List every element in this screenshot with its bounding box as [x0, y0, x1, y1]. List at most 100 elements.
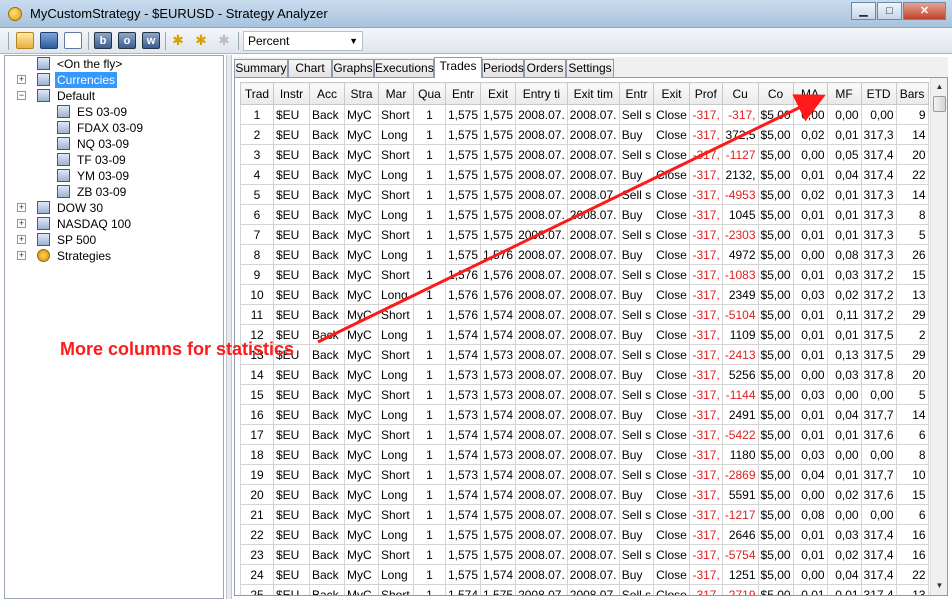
- tree-item[interactable]: NQ 03-09: [5, 136, 219, 152]
- column-header[interactable]: Instr: [273, 82, 310, 105]
- magic-wand-icon[interactable]: ✱: [192, 32, 210, 49]
- optimize-icon[interactable]: o: [118, 32, 136, 49]
- properties-icon[interactable]: [64, 32, 82, 49]
- column-header[interactable]: Exit: [653, 82, 690, 105]
- save-disk-icon[interactable]: [40, 32, 58, 49]
- tab-periods[interactable]: Periods: [482, 59, 524, 77]
- column-header[interactable]: Entr: [618, 82, 655, 105]
- table-row[interactable]: 1 $EU Back MyC Short 1 1,575 1,575 2008.07. 2008.…: [240, 104, 929, 125]
- table-row[interactable]: 23 $EU Back MyC Short 1 1,575 1,575 2008.07. 2008…: [240, 544, 929, 565]
- tree-item[interactable]: + SP 500: [5, 232, 219, 248]
- column-header[interactable]: MF: [826, 82, 862, 105]
- column-header[interactable]: Entry ti: [515, 82, 568, 105]
- expand-icon[interactable]: +: [17, 251, 26, 260]
- table-row[interactable]: 25 $EU Back MyC Short 1 1,574 1,575 2008.07. 2008…: [240, 584, 929, 595]
- table-row[interactable]: 20 $EU Back MyC Long 1 1,574 1,574 2008.07. 2008.…: [240, 484, 929, 505]
- table-row[interactable]: 19 $EU Back MyC Short 1 1,573 1,574 2008.07. 2008…: [240, 464, 929, 485]
- tab-executions[interactable]: Executions: [374, 59, 434, 77]
- table-cell: 17: [240, 424, 274, 445]
- tree-item[interactable]: TF 03-09: [5, 152, 219, 168]
- display-mode-select[interactable]: Percent ▼: [243, 31, 363, 51]
- column-header[interactable]: Entr: [444, 82, 482, 105]
- table-row[interactable]: 6 $EU Back MyC Long 1 1,575 1,575 2008.07. 2008.0…: [240, 204, 929, 225]
- backtest-icon[interactable]: b: [94, 32, 112, 49]
- tree-item[interactable]: FDAX 03-09: [5, 120, 219, 136]
- table-row[interactable]: 11 $EU Back MyC Short 1 1,576 1,574 2008.07. 2008…: [240, 304, 929, 325]
- close-button[interactable]: ✕: [903, 2, 946, 20]
- table-row[interactable]: 12 $EU Back MyC Long 1 1,574 1,574 2008.07. 2008.…: [240, 324, 929, 345]
- table-row[interactable]: 18 $EU Back MyC Long 1 1,574 1,573 2008.07. 2008.…: [240, 444, 929, 465]
- collapse-icon[interactable]: −: [17, 91, 26, 100]
- table-row[interactable]: 4 $EU Back MyC Long 1 1,575 1,575 2008.07. 2008.0…: [240, 164, 929, 185]
- table-row[interactable]: 16 $EU Back MyC Long 1 1,573 1,574 2008.07. 2008.…: [240, 404, 929, 425]
- table-row[interactable]: 13 $EU Back MyC Short 1 1,574 1,573 2008.07. 2008…: [240, 344, 929, 365]
- table-row[interactable]: 7 $EU Back MyC Short 1 1,575 1,575 2008.07. 2008.…: [240, 224, 929, 245]
- table-row[interactable]: 22 $EU Back MyC Long 1 1,575 1,575 2008.07. 2008.…: [240, 524, 929, 545]
- column-header[interactable]: Bars: [895, 82, 929, 105]
- table-row[interactable]: 24 $EU Back MyC Long 1 1,575 1,574 2008.07. 2008.…: [240, 564, 929, 585]
- tree-item[interactable]: + Currencies: [5, 72, 219, 88]
- tab-trades[interactable]: Trades: [434, 57, 482, 78]
- table-row[interactable]: 8 $EU Back MyC Long 1 1,575 1,576 2008.07. 2008.0…: [240, 244, 929, 265]
- vertical-scrollbar[interactable]: ▲ ▼: [930, 78, 947, 595]
- tree-item[interactable]: + NASDAQ 100: [5, 216, 219, 232]
- tab-orders[interactable]: Orders: [524, 59, 566, 77]
- column-header[interactable]: Mar: [378, 82, 414, 105]
- clear-icon[interactable]: ✱: [215, 32, 233, 49]
- open-folder-icon[interactable]: [16, 32, 34, 49]
- column-header[interactable]: Cu: [721, 82, 759, 105]
- table-row[interactable]: 10 $EU Back MyC Long 1 1,576 1,576 2008.07. 2008.…: [240, 284, 929, 305]
- panel-splitter[interactable]: [226, 55, 232, 599]
- table-cell: 0,08: [826, 244, 862, 265]
- table-row[interactable]: 3 $EU Back MyC Short 1 1,575 1,575 2008.07. 2008.…: [240, 144, 929, 165]
- table-cell: $EU: [273, 224, 310, 245]
- table-row[interactable]: 14 $EU Back MyC Long 1 1,573 1,573 2008.07. 2008.…: [240, 364, 929, 385]
- table-row[interactable]: 15 $EU Back MyC Short 1 1,573 1,573 2008.07. 2008…: [240, 384, 929, 405]
- scroll-down-icon[interactable]: ▼: [932, 578, 947, 594]
- table-cell: $EU: [273, 144, 310, 165]
- tree-item[interactable]: <On the fly>: [5, 56, 219, 72]
- column-header[interactable]: Exit tim: [566, 82, 620, 105]
- table-cell: 10: [240, 284, 274, 305]
- expand-icon[interactable]: +: [17, 235, 26, 244]
- tree-item[interactable]: + DOW 30: [5, 200, 219, 216]
- tree-item[interactable]: ZB 03-09: [5, 184, 219, 200]
- table-row[interactable]: 21 $EU Back MyC Short 1 1,574 1,575 2008.07. 2008…: [240, 504, 929, 525]
- tab-summary[interactable]: Summary: [234, 59, 288, 77]
- column-header[interactable]: MA: [792, 82, 828, 105]
- table-cell: MyC: [344, 244, 379, 265]
- expand-icon[interactable]: +: [17, 219, 26, 228]
- table-row[interactable]: 17 $EU Back MyC Short 1 1,574 1,574 2008.07. 2008…: [240, 424, 929, 445]
- table-cell: -317,: [688, 384, 723, 405]
- tree-item[interactable]: + Strategies: [5, 248, 219, 264]
- column-header[interactable]: Exit: [480, 82, 517, 105]
- wand-icon[interactable]: ✱: [169, 32, 187, 49]
- tree-item[interactable]: YM 03-09: [5, 168, 219, 184]
- scroll-thumb[interactable]: [933, 96, 946, 112]
- column-header[interactable]: Co: [757, 82, 794, 105]
- column-header[interactable]: Stra: [344, 82, 379, 105]
- strategy-tree[interactable]: <On the fly> + Currencies − Default ES 03-09 F…: [4, 55, 224, 599]
- column-header[interactable]: Acc: [309, 82, 345, 105]
- maximize-button[interactable]: □: [877, 2, 902, 20]
- table-row[interactable]: 5 $EU Back MyC Short 1 1,575 1,575 2008.07. 2008.…: [240, 184, 929, 205]
- app-coin-icon: [8, 7, 22, 21]
- minimize-button[interactable]: ▁: [851, 2, 876, 20]
- table-cell: 1,575: [480, 584, 517, 595]
- tab-chart[interactable]: Chart: [288, 59, 332, 77]
- tab-graphs[interactable]: Graphs: [332, 59, 374, 77]
- column-header[interactable]: Qua: [413, 82, 446, 105]
- walk-forward-icon[interactable]: w: [142, 32, 160, 49]
- table-row[interactable]: 2 $EU Back MyC Long 1 1,575 1,575 2008.07. 2008.0…: [240, 124, 929, 145]
- column-header[interactable]: Trad: [240, 82, 274, 105]
- scroll-up-icon[interactable]: ▲: [932, 79, 947, 95]
- tab-settings[interactable]: Settings: [566, 59, 614, 77]
- tree-item[interactable]: − Default: [5, 88, 219, 104]
- table-row[interactable]: 9 $EU Back MyC Short 1 1,576 1,576 2008.07. 2008.…: [240, 264, 929, 285]
- column-header[interactable]: Prof: [688, 82, 723, 105]
- expand-icon[interactable]: +: [17, 75, 26, 84]
- tree-item[interactable]: ES 03-09: [5, 104, 219, 120]
- column-header[interactable]: ETD: [860, 82, 897, 105]
- expand-icon[interactable]: +: [17, 203, 26, 212]
- table-cell: 0,00: [860, 384, 897, 405]
